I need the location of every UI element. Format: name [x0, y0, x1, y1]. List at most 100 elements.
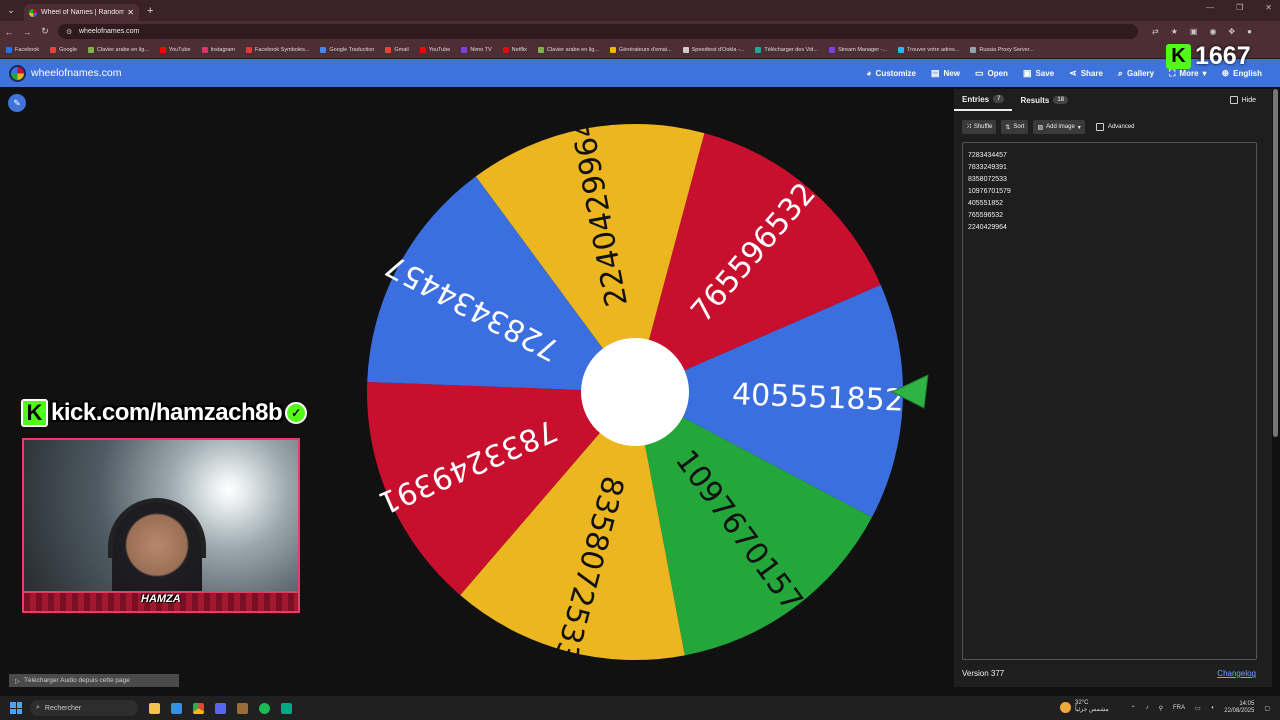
- wheel-hub[interactable]: [581, 338, 689, 446]
- menu-item-customize[interactable]: ◕ Customize: [866, 68, 916, 78]
- hide-checkbox[interactable]: [1229, 96, 1238, 104]
- kick-logo-icon: K: [1166, 44, 1191, 69]
- advanced-checkbox[interactable]: [1095, 123, 1104, 131]
- extension-icon[interactable]: ◉: [1209, 27, 1216, 36]
- search-icon: ⌕: [36, 704, 40, 711]
- bookmark-item[interactable]: Gmail: [385, 47, 409, 53]
- add-image-button[interactable]: ▨ Add image ▾: [1033, 120, 1085, 134]
- bookmark-favicon-icon: [898, 47, 904, 53]
- taskbar-search[interactable]: ⌕ Rechercher: [30, 700, 138, 716]
- bookmark-item[interactable]: YouTube: [159, 47, 191, 53]
- new-tab-icon[interactable]: +: [147, 5, 153, 17]
- discord-icon[interactable]: [215, 702, 226, 714]
- maximize-icon[interactable]: ❐: [1236, 3, 1243, 12]
- browser-tab[interactable]: Wheel of Names | Random nam ✕: [24, 4, 139, 21]
- bookmark-item[interactable]: Speedtest d'Ookla -...: [682, 47, 744, 53]
- spotify-icon[interactable]: [259, 702, 270, 714]
- image-icon: ▨: [1037, 124, 1044, 131]
- bookmark-item[interactable]: Clavier arabe en lig...: [537, 47, 599, 53]
- bookmark-item[interactable]: Télécharger des Vid...: [755, 47, 818, 53]
- language-indicator[interactable]: FRA: [1173, 705, 1185, 711]
- advanced-toggle[interactable]: Advanced: [1095, 123, 1135, 131]
- extension-icon[interactable]: ▣: [1190, 27, 1198, 36]
- bookmark-label: Trouver votre adres...: [907, 47, 960, 53]
- whatsapp-icon[interactable]: [281, 702, 292, 714]
- mail-icon[interactable]: [171, 702, 182, 714]
- menu-item-share[interactable]: ⋖ Share: [1069, 68, 1103, 79]
- bookmark-item[interactable]: Facebook Symboles...: [245, 47, 309, 53]
- bookmark-item[interactable]: Facebook: [6, 47, 39, 53]
- bookmark-favicon-icon: [419, 47, 426, 53]
- bookmark-item[interactable]: YouTube: [419, 47, 450, 53]
- shuffle-button[interactable]: ⤨ Shuffle: [962, 120, 997, 134]
- windows-start-icon[interactable]: [10, 702, 22, 714]
- minimize-icon[interactable]: —: [1206, 3, 1214, 12]
- menu-item-new[interactable]: ▤ New: [931, 68, 960, 79]
- clock[interactable]: 14:05 22/08/2025: [1224, 701, 1254, 715]
- site-info-icon[interactable]: ⚙: [66, 28, 74, 36]
- chrome-icon[interactable]: [193, 702, 204, 714]
- viewer-count: 1667: [1195, 42, 1251, 70]
- bookmark-item[interactable]: Google Traduction: [320, 47, 374, 53]
- notifications-icon[interactable]: ▢: [1264, 705, 1270, 712]
- chevron-up-icon[interactable]: ⌃: [1131, 705, 1136, 712]
- menu-item-save[interactable]: ▣ Save: [1023, 68, 1054, 79]
- forward-icon[interactable]: →: [18, 27, 36, 37]
- bookmark-item[interactable]: Clavier arabe en lig...: [87, 47, 149, 53]
- entries-textarea[interactable]: 7283434457 7833249391 8358072533 1097670157…: [962, 142, 1257, 660]
- url-input[interactable]: ⚙ wheelofnames.com: [58, 24, 1138, 39]
- browser-tab-title: Wheel of Names | Random nam: [41, 9, 125, 16]
- bookmark-item[interactable]: Trouver votre adres...: [898, 47, 959, 53]
- profile-icon[interactable]: ●: [1247, 27, 1252, 36]
- name-wheel[interactable]: 7655965324055518521097670157983580725337…: [360, 117, 910, 667]
- translate-icon[interactable]: ⇄: [1152, 27, 1159, 36]
- url-text: wheelofnames.com: [79, 28, 140, 35]
- tab-search-icon[interactable]: ⌄: [2, 2, 20, 20]
- bookmark-item[interactable]: Générateurs d'emai...: [609, 47, 672, 53]
- bookmark-item[interactable]: Instagram: [201, 47, 235, 53]
- bookmark-label: Russia Proxy Server...: [979, 47, 1034, 53]
- network-icon[interactable]: ▭: [1195, 705, 1201, 712]
- bookmarks-bar: Facebook Google Clavier arabe en lig... You…: [0, 42, 1280, 59]
- file-explorer-icon[interactable]: [149, 702, 160, 714]
- bookmark-label: Clavier arabe en lig...: [546, 47, 599, 53]
- sort-button[interactable]: ⇅ Sort: [1001, 120, 1029, 134]
- close-tab-icon[interactable]: ✕: [127, 8, 134, 17]
- volume-icon[interactable]: ◖: [1211, 705, 1215, 711]
- time: 14:05: [1239, 701, 1255, 707]
- folder-icon: ▭: [974, 67, 984, 78]
- back-icon[interactable]: ←: [0, 27, 18, 37]
- edit-pencil-icon[interactable]: ✎: [8, 94, 26, 112]
- bookmark-item[interactable]: Netflix: [502, 47, 527, 53]
- site-name[interactable]: wheelofnames.com: [31, 67, 121, 79]
- close-window-icon[interactable]: ✕: [1265, 3, 1272, 12]
- hide-toggle[interactable]: Hide: [1229, 96, 1256, 104]
- weather-widget[interactable]: 32°C مشمس جزئياً: [1060, 700, 1109, 714]
- bookmark-favicon-icon: [461, 47, 468, 53]
- bookmark-item[interactable]: Russia Proxy Server...: [970, 47, 1034, 53]
- tab-results[interactable]: Results 18: [1012, 89, 1076, 111]
- changelog-link[interactable]: Changelog: [1217, 669, 1256, 678]
- microphone-icon[interactable]: ⚲: [1159, 705, 1163, 712]
- menu-item-gallery[interactable]: ⌕ Gallery: [1118, 68, 1154, 79]
- sort-label: Sort: [1013, 124, 1025, 130]
- bookmark-star-icon[interactable]: ★: [1171, 27, 1178, 36]
- bookmark-label: Instagram: [210, 47, 235, 53]
- page-scrollbar[interactable]: [1273, 89, 1278, 437]
- app-icon[interactable]: [237, 702, 248, 714]
- wheel-logo-icon[interactable]: [9, 64, 26, 82]
- menu-item-open[interactable]: ▭ Open: [975, 68, 1008, 79]
- bookmark-item[interactable]: Nimo TV: [461, 47, 492, 53]
- bookmark-favicon-icon: [829, 47, 836, 53]
- speaker-icon[interactable]: ♪: [1146, 705, 1149, 711]
- entry-line: 10976701579: [968, 188, 1011, 195]
- bookmark-item[interactable]: Stream Manager -...: [829, 47, 887, 53]
- reload-icon[interactable]: ↻: [36, 26, 54, 37]
- download-audio-bar[interactable]: ▷ Télécharger Audio depuis cette page: [9, 674, 179, 687]
- bookmark-favicon-icon: [87, 47, 94, 53]
- tab-entries[interactable]: Entries 7: [954, 89, 1013, 111]
- bookmark-item[interactable]: Google: [50, 47, 77, 53]
- puzzle-icon[interactable]: ✥: [1228, 27, 1235, 36]
- entry-line: 2240429964: [968, 224, 1007, 231]
- entry-line: 8358072533: [968, 176, 1007, 183]
